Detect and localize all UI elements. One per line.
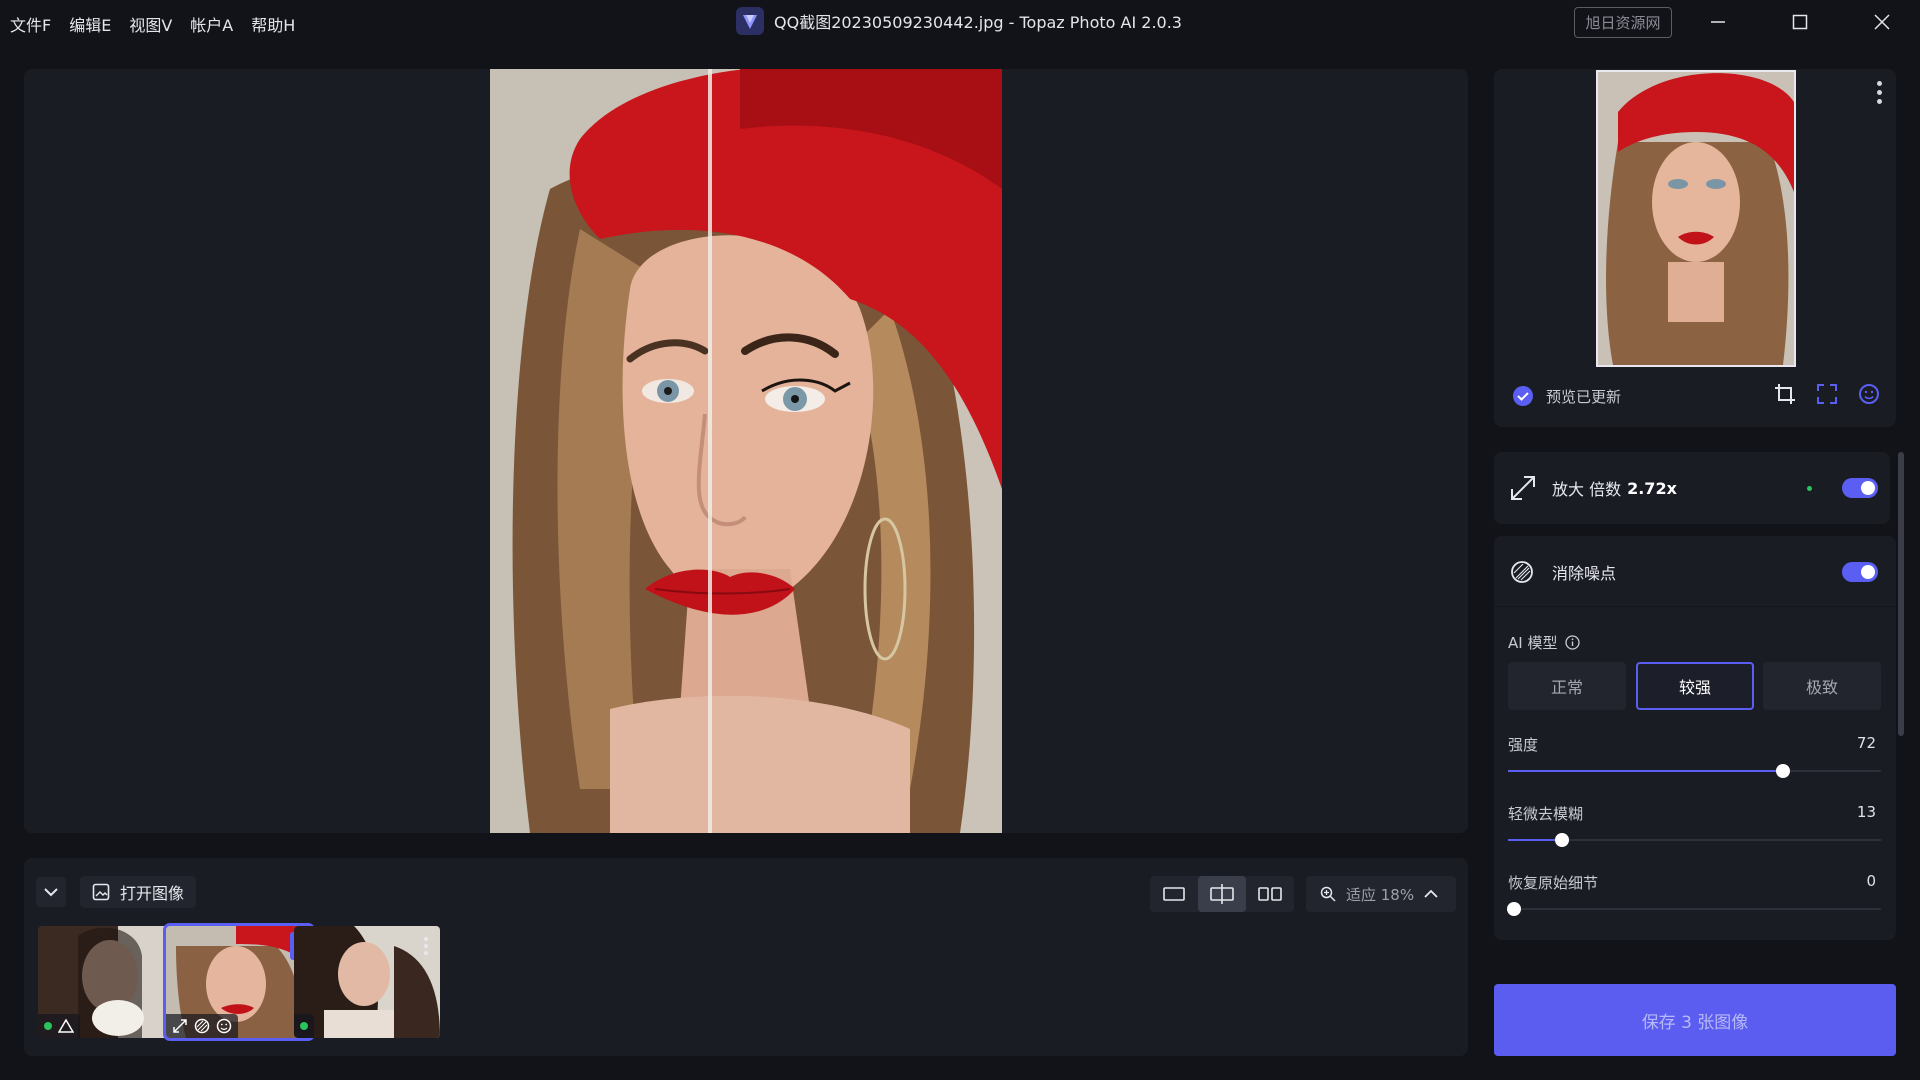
- save-button[interactable]: 保存 3 张图像: [1494, 984, 1896, 1056]
- minimize-icon[interactable]: [1702, 8, 1734, 36]
- image-icon: [92, 883, 110, 901]
- bottom-bar: 打开图像 适应 18%: [24, 858, 1468, 1056]
- upscale-icon: [1511, 476, 1535, 500]
- portrait-photo[interactable]: [490, 69, 1002, 833]
- side-by-side-icon[interactable]: [1246, 876, 1294, 912]
- thumbnail-1[interactable]: [38, 926, 184, 1038]
- chevron-up-icon[interactable]: [1424, 889, 1438, 899]
- denoise-icon: [194, 1018, 210, 1034]
- view-mode-group: [1150, 876, 1294, 912]
- collapse-button[interactable]: [36, 877, 66, 907]
- ai-model-heading: AI 模型: [1508, 632, 1581, 653]
- denoise-icon: [1511, 561, 1533, 583]
- panel-scrollbar[interactable]: [1898, 452, 1904, 736]
- menu-edit[interactable]: 编辑E: [69, 12, 111, 36]
- close-icon[interactable]: [1866, 8, 1898, 36]
- upscale-icon: [173, 1019, 187, 1033]
- window-title: QQ截图20230509230442.jpg - Topaz Photo AI …: [736, 7, 1182, 35]
- single-view-icon[interactable]: [1150, 876, 1198, 912]
- restore-detail-slider-knob[interactable]: [1507, 902, 1521, 916]
- fullscreen-icon[interactable]: [1816, 383, 1838, 405]
- more-icon[interactable]: [1874, 81, 1884, 109]
- menu-file[interactable]: 文件F: [10, 12, 51, 36]
- split-view-icon[interactable]: [1198, 876, 1246, 912]
- check-circle-icon: [1513, 386, 1533, 406]
- model-extreme-button[interactable]: 极致: [1763, 662, 1881, 710]
- watermark-badge: 旭日资源网: [1574, 7, 1672, 38]
- strength-label: 强度: [1508, 736, 1539, 754]
- denoise-title: 消除噪点: [1552, 560, 1616, 584]
- restore-detail-value: 0: [1866, 872, 1876, 890]
- upscale-card: 放大 倍数 2.72x: [1494, 452, 1890, 524]
- upscale-value: 2.72x: [1627, 478, 1677, 498]
- crop-icon[interactable]: [1774, 383, 1796, 405]
- menu-account[interactable]: 帐户A: [190, 12, 233, 36]
- strength-value: 72: [1856, 734, 1876, 752]
- preview-tools: [1774, 383, 1880, 405]
- maximize-icon[interactable]: [1784, 8, 1816, 36]
- preview-status-text: 预览已更新: [1546, 387, 1622, 406]
- status-dot: [300, 1022, 308, 1030]
- menu-help[interactable]: 帮助H: [251, 12, 295, 36]
- menu-bar: 文件F 编辑E 视图V 帐户A 帮助H: [10, 12, 295, 36]
- warning-icon: [58, 1019, 74, 1033]
- face-icon: [216, 1018, 232, 1034]
- open-image-button[interactable]: 打开图像: [80, 876, 197, 908]
- thumbnail-2-selected[interactable]: [163, 923, 315, 1041]
- strength-slider-fill: [1508, 770, 1777, 772]
- model-normal-button[interactable]: 正常: [1508, 662, 1626, 710]
- portrait-illustration: [490, 69, 1002, 833]
- zoom-label: 适应 18%: [1346, 885, 1415, 904]
- ai-model-label: AI 模型: [1508, 634, 1558, 652]
- compare-split-handle[interactable]: [708, 69, 712, 833]
- chevron-down-icon: [44, 888, 58, 897]
- window-title-text: QQ截图20230509230442.jpg - Topaz Photo AI …: [774, 13, 1182, 32]
- upscale-title: 放大 倍数 2.72x: [1552, 476, 1677, 500]
- open-image-label: 打开图像: [120, 884, 185, 903]
- deblur-label: 轻微去模糊: [1508, 805, 1584, 823]
- thumbnail-badges: [38, 1014, 80, 1038]
- restore-detail-slider[interactable]: [1507, 902, 1881, 916]
- deblur-slider-fill: [1508, 839, 1557, 841]
- preview-status: 预览已更新: [1512, 385, 1621, 407]
- upscale-label: 放大 倍数: [1552, 480, 1622, 499]
- thumbnail-badges: [166, 1014, 238, 1038]
- menu-view[interactable]: 视图V: [129, 12, 172, 36]
- zoom-icon: [1320, 886, 1336, 902]
- face-icon[interactable]: [1858, 383, 1880, 405]
- divider: [1494, 606, 1896, 607]
- strength-slider-knob[interactable]: [1775, 764, 1790, 778]
- upscale-toggle[interactable]: [1842, 478, 1878, 498]
- model-strong-button[interactable]: 较强: [1636, 662, 1754, 710]
- denoise-toggle[interactable]: [1842, 562, 1878, 582]
- deblur-slider[interactable]: [1508, 833, 1881, 847]
- zoom-control[interactable]: 适应 18%: [1306, 876, 1456, 912]
- more-icon[interactable]: [418, 932, 434, 960]
- preview-thumbnail[interactable]: [1596, 70, 1796, 367]
- deblur-value: 13: [1856, 803, 1876, 821]
- status-dot: [1807, 486, 1812, 491]
- topaz-logo-icon: [736, 7, 764, 35]
- status-dot: [44, 1022, 52, 1030]
- title-bar: 文件F 编辑E 视图V 帐户A 帮助H QQ截图20230509230442.j…: [0, 0, 1920, 44]
- image-viewer[interactable]: [24, 69, 1468, 833]
- preview-panel: 预览已更新: [1494, 69, 1896, 427]
- thumbnail-badges: [294, 1014, 314, 1038]
- info-icon[interactable]: [1565, 635, 1581, 650]
- thumbnail-3[interactable]: [294, 926, 440, 1038]
- denoise-label: 消除噪点: [1552, 564, 1617, 583]
- strength-slider[interactable]: [1508, 764, 1881, 778]
- restore-detail-label: 恢复原始细节: [1508, 874, 1599, 892]
